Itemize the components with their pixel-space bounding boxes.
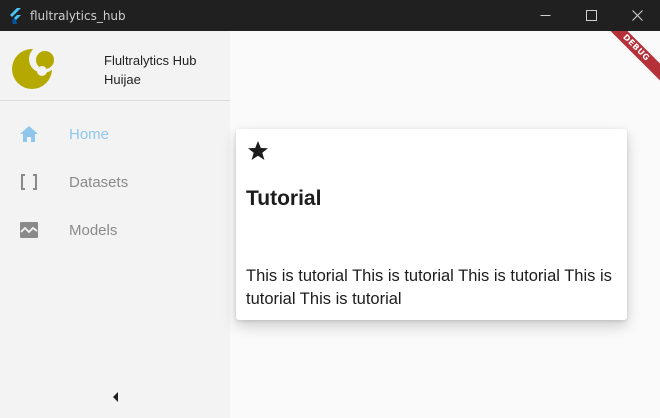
window-titlebar: flultralytics_hub — [0, 0, 660, 31]
app-body: Flultralytics Hub Huijae Home Datasets M… — [0, 31, 660, 418]
image-chart-icon — [19, 220, 39, 240]
brackets-icon — [19, 172, 39, 192]
home-icon — [19, 124, 39, 144]
close-icon — [631, 10, 643, 21]
minimize-icon — [540, 15, 550, 16]
card-body: This is tutorial This is tutorial This i… — [246, 267, 612, 308]
minimize-button[interactable] — [522, 0, 568, 31]
sidebar-user-name: Huijae — [104, 72, 141, 87]
sidebar: Flultralytics Hub Huijae Home Datasets M… — [0, 31, 230, 418]
maximize-icon — [585, 10, 597, 21]
close-button[interactable] — [614, 0, 660, 31]
card-title: Tutorial — [246, 187, 322, 210]
app-logo — [12, 45, 57, 89]
sidebar-item-label: Models — [69, 221, 118, 239]
window-title: flultralytics_hub — [30, 8, 126, 23]
star-icon — [248, 141, 268, 160]
flutter-logo-icon — [10, 7, 21, 24]
chevron-left-icon — [113, 392, 118, 402]
sidebar-item-home[interactable]: Home — [0, 110, 230, 158]
maximize-button[interactable] — [568, 0, 614, 31]
sidebar-collapse-button[interactable] — [106, 387, 126, 407]
sidebar-item-datasets[interactable]: Datasets — [0, 158, 230, 206]
tutorial-card[interactable]: Tutorial This is tutorial This is tutori… — [236, 129, 627, 320]
main-content: Tutorial This is tutorial This is tutori… — [230, 31, 660, 418]
sidebar-item-label: Home — [69, 125, 110, 143]
sidebar-app-name: Flultralytics Hub — [104, 53, 197, 68]
sidebar-item-label: Datasets — [69, 173, 129, 191]
sidebar-item-models[interactable]: Models — [0, 206, 230, 254]
sidebar-header: Flultralytics Hub Huijae — [0, 31, 230, 101]
